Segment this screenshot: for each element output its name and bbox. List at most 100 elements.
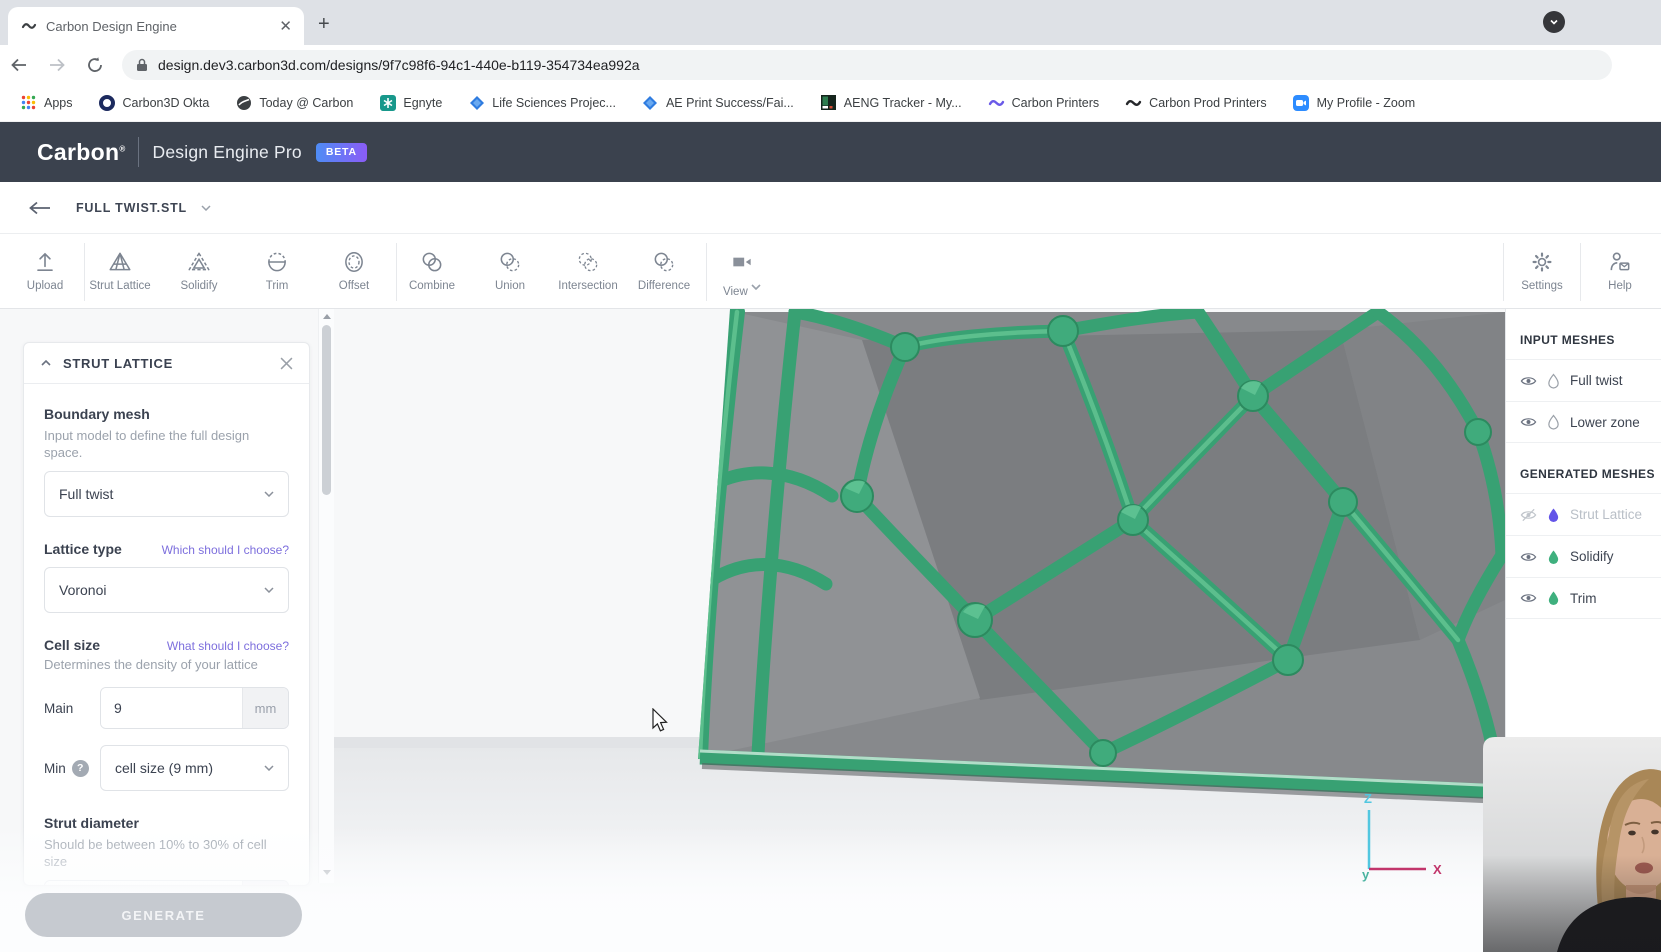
min-help-icon[interactable]: ? xyxy=(71,759,89,777)
tool-union[interactable]: Union xyxy=(472,245,548,292)
tool-view[interactable]: View xyxy=(704,245,780,298)
bookmark-okta[interactable]: Carbon3D Okta xyxy=(99,94,210,111)
bookmark-apps[interactable]: Apps xyxy=(20,94,73,111)
bookmark-zoom[interactable]: My Profile - Zoom xyxy=(1293,94,1415,111)
bookmark-label: Carbon Printers xyxy=(1011,95,1100,110)
main-unit: mm xyxy=(242,688,288,728)
browser-tab[interactable]: Carbon Design Engine ✕ xyxy=(8,7,304,45)
cell-size-help-link[interactable]: What should I choose? xyxy=(167,639,289,653)
scrollbar-thumb[interactable] xyxy=(322,325,331,495)
mesh-droplet-icon xyxy=(1548,414,1559,430)
lattice-type-help-link[interactable]: Which should I choose? xyxy=(162,543,289,557)
bookmark-today-carbon[interactable]: Today @ Carbon xyxy=(235,94,353,111)
mesh-row-trim[interactable]: Trim xyxy=(1506,577,1661,619)
cell-size-description: Determines the density of your lattice xyxy=(44,657,258,672)
min-cell-size-value: cell size (9 mm) xyxy=(115,760,214,776)
bookmark-life-sciences[interactable]: Life Sciences Projec... xyxy=(468,94,616,111)
tool-solidify[interactable]: Solidify xyxy=(161,245,237,292)
file-menu-caret-icon[interactable] xyxy=(201,204,211,211)
lattice-type-value: Voronoi xyxy=(59,582,107,598)
panel-scrollbar[interactable] xyxy=(318,309,334,883)
view-camera-icon xyxy=(733,257,751,267)
file-name: FULL TWIST.STL xyxy=(76,200,187,215)
mesh-label: Lower zone xyxy=(1570,414,1640,430)
generate-button[interactable]: GENERATE xyxy=(25,893,302,937)
mesh-row-lower-zone[interactable]: Lower zone xyxy=(1506,401,1661,443)
tool-trim[interactable]: Trim xyxy=(239,245,315,292)
boundary-mesh-label: Boundary mesh xyxy=(44,406,150,422)
bookmark-egnyte[interactable]: Egnyte xyxy=(379,94,442,111)
bookmark-aeng-tracker[interactable]: AENG Tracker - My... xyxy=(820,94,962,111)
tool-upload[interactable]: Upload xyxy=(7,245,83,292)
tool-offset[interactable]: Offset xyxy=(316,245,392,292)
browser-window: Carbon Design Engine ✕ + design.dev3.car… xyxy=(0,0,1661,952)
tool-combine[interactable]: Combine xyxy=(394,245,470,292)
okta-icon xyxy=(99,94,116,111)
url-bar[interactable]: design.dev3.carbon3d.com/designs/9f7c98f… xyxy=(122,49,1612,80)
bookmark-label: AE Print Success/Fai... xyxy=(665,95,794,110)
diamond-icon xyxy=(642,94,659,111)
mesh-row-full-twist[interactable]: Full twist xyxy=(1506,359,1661,401)
tool-intersection[interactable]: Intersection xyxy=(550,245,626,292)
eye-off-icon[interactable] xyxy=(1520,508,1537,522)
app-header: Carbon® Design Engine Pro BETA xyxy=(0,122,1661,182)
min-cell-size-select[interactable]: cell size (9 mm) xyxy=(100,745,289,791)
file-bar: FULL TWIST.STL xyxy=(0,182,1661,233)
main-cell-size-input[interactable] xyxy=(101,688,242,728)
bookmark-ae-print[interactable]: AE Print Success/Fai... xyxy=(642,94,794,111)
back-icon[interactable] xyxy=(0,55,38,75)
bookmark-label: Carbon3D Okta xyxy=(122,95,210,110)
toolbar: Upload Strut Lattice Solidify Trim Offse… xyxy=(0,233,1661,309)
boundary-mesh-select[interactable]: Full twist xyxy=(44,471,289,517)
boundary-mesh-value: Full twist xyxy=(59,486,114,502)
eye-icon[interactable] xyxy=(1520,374,1537,388)
bookmark-carbon-prod-printers[interactable]: Carbon Prod Printers xyxy=(1125,94,1267,111)
new-tab-button[interactable]: + xyxy=(318,14,330,34)
min-label: Min xyxy=(44,760,66,776)
bookmark-label: Apps xyxy=(44,95,73,110)
header-divider xyxy=(137,137,139,167)
forward-icon[interactable] xyxy=(38,55,76,75)
browser-profile-icon[interactable] xyxy=(1543,11,1565,33)
generated-meshes-header: GENERATED MESHES xyxy=(1520,467,1655,481)
panel-header: STRUT LATTICE xyxy=(24,343,309,384)
bookmark-label: Carbon Prod Printers xyxy=(1149,95,1267,110)
tool-help[interactable]: Help xyxy=(1582,245,1658,292)
tab-close-icon[interactable]: ✕ xyxy=(279,19,292,34)
axis-z-label: Z xyxy=(1364,791,1372,806)
axis-x-label: X xyxy=(1433,862,1442,877)
strut-lattice-icon xyxy=(109,252,131,271)
mesh-row-strut-lattice[interactable]: Strut Lattice xyxy=(1506,493,1661,535)
tool-difference[interactable]: Difference xyxy=(626,245,702,292)
bookmark-carbon-printers[interactable]: Carbon Printers xyxy=(988,94,1100,111)
trim-icon xyxy=(268,252,286,272)
bookmark-label: Life Sciences Projec... xyxy=(492,95,616,110)
url-text: design.dev3.carbon3d.com/designs/9f7c98f… xyxy=(158,56,640,73)
beta-badge: BETA xyxy=(315,142,367,162)
toolbar-divider xyxy=(1580,243,1581,301)
scroll-up-icon[interactable] xyxy=(323,314,331,319)
globe-icon xyxy=(235,94,252,111)
back-arrow-icon[interactable] xyxy=(28,200,52,216)
webcam-overlay xyxy=(1483,737,1661,952)
tool-settings[interactable]: Settings xyxy=(1504,245,1580,292)
union-icon xyxy=(500,252,520,272)
mesh-row-solidify[interactable]: Solidify xyxy=(1506,535,1661,577)
lattice-type-select[interactable]: Voronoi xyxy=(44,567,289,613)
lock-icon xyxy=(137,58,147,71)
collapse-chevron-icon[interactable] xyxy=(41,360,51,366)
eye-icon[interactable] xyxy=(1520,415,1537,429)
chevron-down-icon xyxy=(264,491,274,497)
panel-title: STRUT LATTICE xyxy=(63,355,173,371)
tab-title: Carbon Design Engine xyxy=(46,18,177,34)
close-icon[interactable] xyxy=(280,357,293,370)
mesh-droplet-icon xyxy=(1548,373,1559,388)
carbon-logo: Carbon® xyxy=(37,138,126,165)
reload-icon[interactable] xyxy=(76,56,114,74)
main-label: Main xyxy=(44,700,74,716)
eye-icon[interactable] xyxy=(1520,591,1537,605)
tab-strip: Carbon Design Engine ✕ + xyxy=(0,0,1661,45)
eye-icon[interactable] xyxy=(1520,550,1537,564)
mesh-droplet-icon xyxy=(1548,591,1559,605)
tool-strut-lattice[interactable]: Strut Lattice xyxy=(82,245,158,292)
